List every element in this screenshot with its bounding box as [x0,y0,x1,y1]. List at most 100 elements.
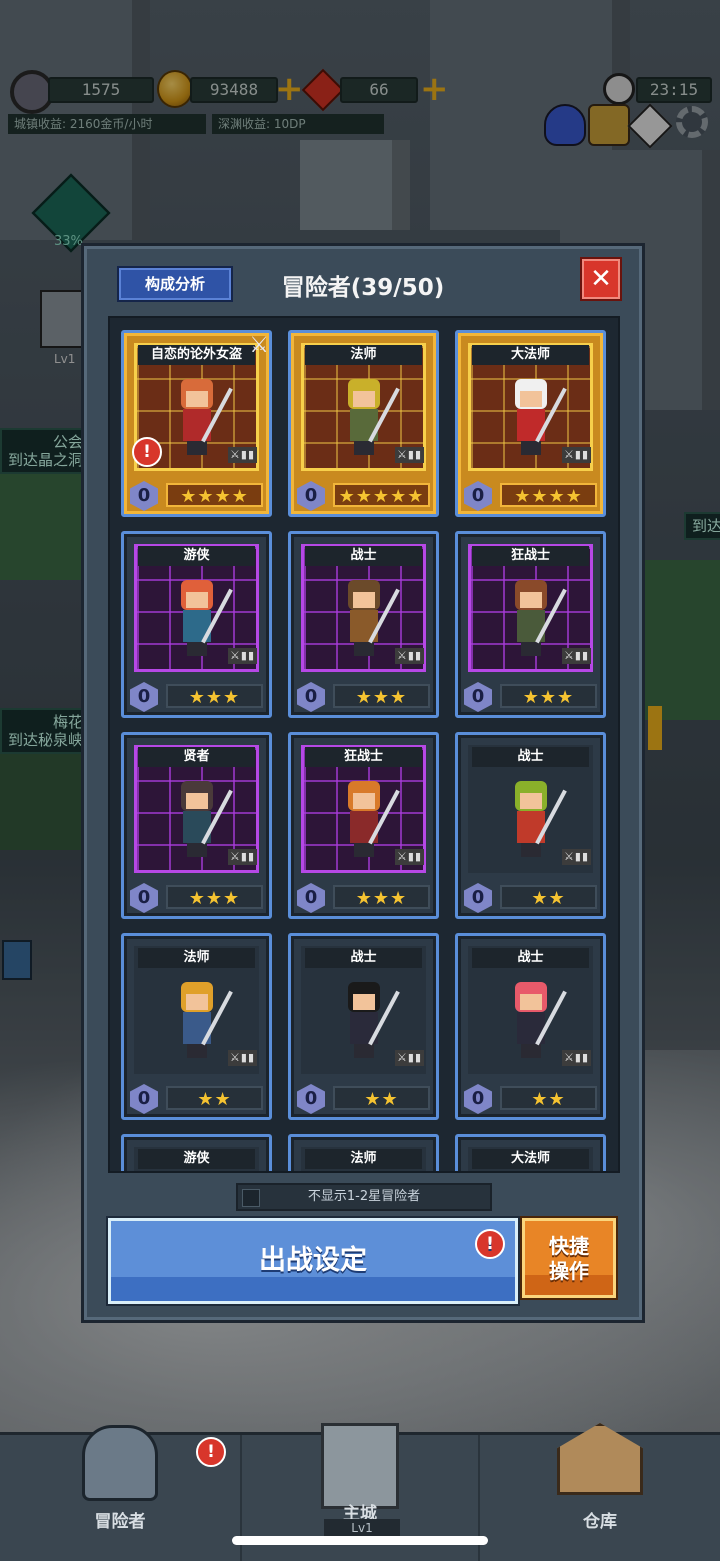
nav-alert-icon: ! [196,1437,226,1467]
card-footer: 0 ★★★ [128,682,265,712]
equipment-slots-icon: ⚔▮▮ [228,447,257,463]
adventurer-star-rating: ★★★ [166,885,263,909]
adventurer-card[interactable]: 狂战士 ⚔▮▮ 0 ★★★ [288,732,439,919]
adventurer-card[interactable]: 法师 [288,1134,439,1171]
nav-warehouse-label: 仓库 [583,1512,617,1532]
card-footer: 0 ★★★ [128,883,265,913]
card-alert-icon: ! [132,437,162,467]
warehouse-icon [557,1423,643,1495]
adventurer-level-badge: 0 [464,1084,492,1114]
card-footer: 0 ★★ [462,1084,599,1114]
adventurer-level-badge: 0 [297,481,325,511]
adventurer-level-badge: 0 [464,481,492,511]
quick-action-line1: 快捷 [549,1234,589,1258]
quick-action-button[interactable]: 快捷 操作 [522,1218,616,1298]
adventurer-star-rating: ★★★ [333,885,430,909]
adventurer-star-rating: ★★ [500,1086,597,1110]
adventurer-sprite-icon [342,580,400,658]
adventurer-level-badge: 0 [297,883,325,913]
adventurer-sprite-icon [509,580,567,658]
adventurer-level-badge: 0 [297,1084,325,1114]
adventurer-class-label: 大法师 [472,1149,589,1169]
crossed-swords-icon: ⚔ [249,333,269,358]
adventurer-star-rating: ★★★ [500,684,597,708]
close-button[interactable]: ✕ [580,257,622,301]
adventurer-card[interactable]: 游侠 [121,1134,272,1171]
adventurer-star-rating: ★★★★ [166,483,263,507]
adventurer-card[interactable]: 大法师 [455,1134,606,1171]
adventurer-class-label: 法师 [305,345,422,365]
adventurer-class-label: 游侠 [138,546,255,566]
adventurer-card[interactable]: 战士 ⚔▮▮ 0 ★★ [455,933,606,1120]
adventurer-card[interactable]: 法师 ⚔▮▮ 0 ★★★★★ [288,330,439,517]
nav-main-city-level: Lv1 [324,1519,400,1537]
card-footer: 0 ★★ [295,1084,432,1114]
adventurer-class-label: 战士 [472,747,589,767]
adventurer-card[interactable]: 战士 ⚔▮▮ 0 ★★★ [288,531,439,718]
adventurer-level-badge: 0 [297,682,325,712]
adventurer-class-label: 狂战士 [305,747,422,767]
adventurer-class-label: 游侠 [138,1149,255,1169]
equipment-slots-icon: ⚔▮▮ [562,648,591,664]
adventurer-class-label: 战士 [305,546,422,566]
adventurer-level-badge: 0 [130,883,158,913]
adventurer-star-rating: ★★★★ [500,483,597,507]
adventurer-class-label: 战士 [305,948,422,968]
equipment-slots-icon: ⚔▮▮ [562,1050,591,1066]
adventurer-star-rating: ★★ [166,1086,263,1110]
equipment-slots-icon: ⚔▮▮ [395,648,424,664]
equipment-slots-icon: ⚔▮▮ [562,849,591,865]
alert-icon: ! [475,1229,505,1259]
equipment-slots-icon: ⚔▮▮ [395,447,424,463]
home-indicator[interactable] [232,1536,488,1545]
adventurer-card[interactable]: 自恋的论外女盗 ⚔▮▮ 0 ★★★★! ⚔ [121,330,272,517]
adventurer-sprite-icon [509,982,567,1060]
adventurer-level-badge: 0 [464,682,492,712]
adventurer-star-rating: ★★★★★ [333,483,430,507]
battle-setup-label: 出战设定 [259,1245,367,1276]
adventurer-level-badge: 0 [130,1084,158,1114]
adventurer-level-badge: 0 [130,682,158,712]
equipment-slots-icon: ⚔▮▮ [395,1050,424,1066]
equipment-slots-icon: ⚔▮▮ [228,849,257,865]
nav-adventurers[interactable]: ! 冒险者 [0,1425,240,1561]
adventurer-sprite-icon [175,580,233,658]
battle-setup-button[interactable]: 出战设定 ! [108,1218,518,1304]
nav-warehouse[interactable]: 仓库 [480,1423,720,1561]
castle-tower-icon [321,1423,399,1509]
equipment-slots-icon: ⚔▮▮ [562,447,591,463]
filter-checkbox[interactable] [242,1189,260,1207]
adventurer-card[interactable]: 贤者 ⚔▮▮ 0 ★★★ [121,732,272,919]
adventurer-sprite-icon [342,379,400,457]
adventurer-card[interactable]: 游侠 ⚔▮▮ 0 ★★★ [121,531,272,718]
adventurer-list-dialog: 构成分析 冒险者(39/50) ✕ 自恋的论外女盗 ⚔▮▮ 0 ★★★★! ⚔ 法师 ⚔▮▮… [81,243,645,1323]
adventurer-class-label: 大法师 [472,345,589,365]
adventurer-class-label: 狂战士 [472,546,589,566]
adventurer-card[interactable]: 大法师 ⚔▮▮ 0 ★★★★ [455,330,606,517]
adventurer-class-label: 法师 [305,1149,422,1169]
equipment-slots-icon: ⚔▮▮ [228,648,257,664]
adventurer-sprite-icon [509,379,567,457]
adventurer-card[interactable]: 战士 ⚔▮▮ 0 ★★ [455,732,606,919]
adventurer-card[interactable]: 法师 ⚔▮▮ 0 ★★ [121,933,272,1120]
adventurer-level-badge: 0 [464,883,492,913]
adventurer-class-label: 自恋的论外女盗 [138,345,255,365]
card-footer: 0 ★★ [128,1084,265,1114]
adventurer-card[interactable]: 战士 ⚔▮▮ 0 ★★ [288,933,439,1120]
adventurer-class-label: 贤者 [138,747,255,767]
adventurer-card[interactable]: 狂战士 ⚔▮▮ 0 ★★★ [455,531,606,718]
adventurer-sprite-icon [175,781,233,859]
adventurer-grid[interactable]: 自恋的论外女盗 ⚔▮▮ 0 ★★★★! ⚔ 法师 ⚔▮▮ 0 ★★★★★ 大法师 ⚔▮▮ 0 ★★★★ 游… [108,316,620,1173]
filter-toggle[interactable]: 不显示1-2星冒险者 [236,1183,492,1211]
quick-action-line2: 操作 [549,1259,589,1283]
close-icon: ✕ [590,264,612,294]
adventurer-level-badge: 0 [130,481,158,511]
card-footer: 0 ★★ [462,883,599,913]
filter-label: 不显示1-2星冒险者 [307,1189,421,1204]
card-footer: 0 ★★★★ [128,481,265,511]
knight-helmet-icon [82,1425,158,1501]
dialog-title: 冒险者(39/50) [281,275,445,301]
card-footer: 0 ★★★ [462,682,599,712]
adventurer-star-rating: ★★ [500,885,597,909]
card-footer: 0 ★★★★★ [295,481,432,511]
